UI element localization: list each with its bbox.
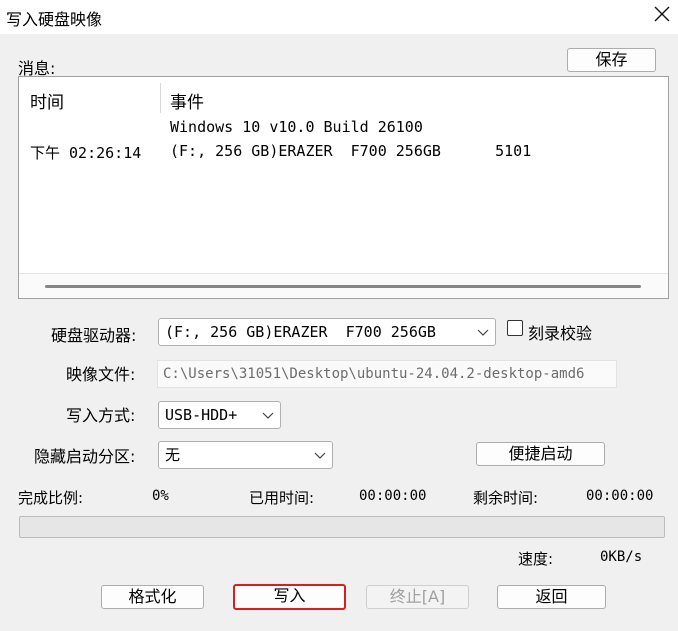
drive-select-value: (F:, 256 GB)ERAZER F700 256GB	[165, 323, 436, 341]
image-file-label: 映像文件:	[66, 365, 136, 384]
speed-label: 速度:	[518, 550, 554, 568]
chevron-down-icon	[477, 329, 489, 336]
column-header-event[interactable]: 事件	[170, 88, 204, 113]
hidden-partition-select[interactable]: 无	[158, 441, 333, 469]
verify-checkbox[interactable]	[507, 320, 523, 336]
column-separator[interactable]	[160, 83, 161, 113]
speed-value: 0KB/s	[600, 549, 643, 565]
message-list[interactable]: 时间 事件 Windows 10 v10.0 Build 26100 下午 02…	[18, 76, 669, 299]
write-method-value: USB-HDD+	[165, 406, 238, 424]
message-time: 下午 02:26:14	[30, 144, 142, 162]
drive-select[interactable]: (F:, 256 GB)ERAZER F700 256GB	[158, 318, 496, 346]
write-method-label: 写入方式:	[66, 406, 136, 425]
remaining-time-value: 00:00:00	[586, 488, 654, 504]
stop-button: 终止[A]	[366, 585, 469, 609]
progress-bar	[19, 516, 665, 538]
progress-label: 完成比例:	[18, 489, 84, 507]
progress-value: 0%	[152, 488, 169, 504]
chevron-down-icon	[314, 452, 326, 459]
remaining-time-label: 剩余时间:	[473, 489, 539, 507]
title-bar: 写入硬盘映像	[0, 0, 678, 34]
hidden-partition-label: 隐藏启动分区:	[34, 447, 136, 466]
scrollbar-thumb[interactable]	[45, 285, 641, 288]
column-header-time[interactable]: 时间	[30, 88, 64, 113]
back-button[interactable]: 返回	[497, 585, 606, 609]
window-title: 写入硬盘映像	[6, 10, 103, 29]
elapsed-time-value: 00:00:00	[359, 488, 427, 504]
save-button[interactable]: 保存	[567, 48, 656, 72]
message-event: Windows 10 v10.0 Build 26100	[170, 118, 423, 136]
verify-label[interactable]: 刻录校验	[528, 320, 592, 344]
write-method-select[interactable]: USB-HDD+	[158, 401, 281, 429]
message-event: (F:, 256 GB)ERAZER F700 256GB 5101	[170, 142, 532, 160]
format-button[interactable]: 格式化	[101, 585, 204, 609]
write-button[interactable]: 写入	[233, 584, 346, 610]
drive-label: 硬盘驱动器:	[51, 326, 137, 345]
horizontal-scrollbar[interactable]	[19, 273, 668, 298]
image-file-field[interactable]: C:\Users\31051\Desktop\ubuntu-24.04.2-de…	[157, 360, 617, 388]
hidden-partition-value: 无	[165, 446, 181, 464]
elapsed-time-label: 已用时间:	[249, 489, 315, 507]
close-icon[interactable]	[652, 4, 672, 24]
chevron-down-icon	[262, 412, 274, 419]
quick-boot-button[interactable]: 便捷启动	[476, 442, 605, 466]
